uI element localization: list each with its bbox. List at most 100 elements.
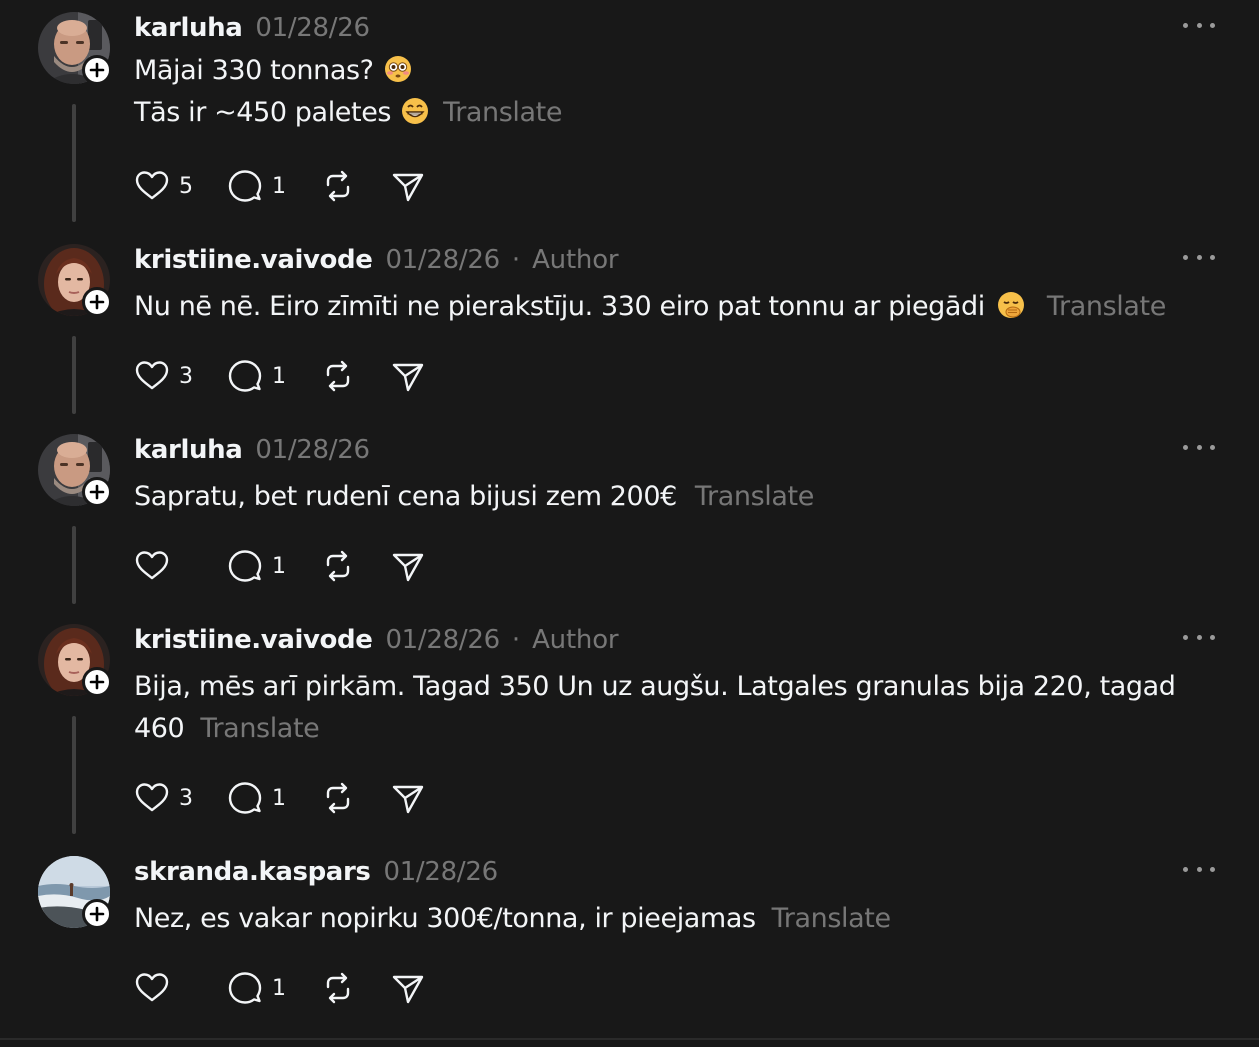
repost-arrows-icon (326, 360, 350, 392)
like-button[interactable] (134, 548, 193, 584)
header-separator: · (511, 245, 521, 275)
share-button[interactable] (390, 358, 426, 394)
post-text-segment: 460 (134, 713, 185, 744)
action-bar: 1 (134, 968, 460, 1008)
post-text-line: 460 Translate (134, 708, 1204, 750)
author-badge: Author (532, 625, 619, 655)
username[interactable]: skranda.kaspars (134, 857, 371, 887)
flushed-face-icon (384, 56, 411, 82)
more-dot (1196, 634, 1202, 640)
action-bar: 1 (134, 546, 460, 586)
more-dot (1210, 866, 1215, 872)
username[interactable]: kristiine.vaivode (134, 625, 373, 655)
follow-button[interactable] (82, 899, 112, 929)
follow-button[interactable] (82, 477, 112, 507)
reply-button[interactable]: 1 (227, 970, 286, 1006)
timestamp[interactable]: 01/28/26 (255, 435, 370, 465)
like-button[interactable] (134, 970, 193, 1006)
more-dot (1210, 254, 1215, 260)
repost-arrows-icon (326, 170, 350, 202)
avatar-container[interactable] (38, 856, 112, 929)
more-options-button[interactable] (1183, 626, 1215, 648)
reply-count: 1 (272, 363, 286, 389)
heart-icon (135, 973, 169, 1002)
like-count: 3 (179, 785, 193, 811)
plus-icon (89, 62, 105, 78)
share-button[interactable] (390, 168, 426, 204)
translate-link[interactable]: Translate (200, 713, 319, 744)
bottom-divider (0, 1038, 1259, 1040)
reply-button[interactable]: 1 (227, 780, 286, 816)
timestamp[interactable]: 01/28/26 (385, 625, 500, 655)
timestamp[interactable]: 01/28/26 (255, 13, 370, 43)
more-dots-icon (1183, 634, 1188, 640)
more-options-button[interactable] (1183, 246, 1215, 268)
post-text: Sapratu, bet rudenī cena bijusi zem 200€… (134, 476, 1204, 518)
comment-bubble-icon (228, 972, 262, 1004)
share-button[interactable] (390, 780, 426, 816)
paper-plane-share-icon (392, 785, 424, 814)
post-text: Nu nē nē. Eiro zīmīti ne pierakstīju. 33… (134, 286, 1204, 328)
more-options-button[interactable] (1183, 436, 1215, 458)
hand-over-mouth-face-icon (997, 292, 1024, 318)
comment-bubble-icon (228, 360, 262, 392)
repost-arrows-icon (326, 972, 350, 1004)
repost-button[interactable] (320, 168, 356, 204)
heart-icon (135, 551, 169, 580)
timestamp[interactable]: 01/28/26 (385, 245, 500, 275)
more-dot (1210, 22, 1215, 28)
more-dot (1210, 444, 1215, 450)
avatar-container[interactable] (38, 434, 112, 507)
like-button[interactable]: 3 (134, 358, 193, 394)
paper-plane-share-icon (392, 553, 424, 582)
username[interactable]: kristiine.vaivode (134, 245, 373, 275)
like-button[interactable]: 5 (134, 168, 193, 204)
post-text-line: Bija, mēs arī pirkām. Tagad 350 Un uz au… (134, 666, 1204, 708)
repost-button[interactable] (320, 970, 356, 1006)
repost-button[interactable] (320, 358, 356, 394)
more-dot (1196, 866, 1202, 872)
translate-link[interactable]: Translate (1047, 291, 1166, 322)
plus-icon (89, 906, 105, 922)
post-text-line: Tās ir ~450 paletes Translate (134, 92, 1204, 134)
post-text-segment: Tās ir ~450 paletes (134, 97, 392, 128)
post-text-line: Nez, es vakar nopirku 300€/tonna, ir pie… (134, 898, 1204, 940)
translate-link[interactable]: Translate (695, 481, 814, 512)
post-text: Mājai 330 tonnas? Tās ir ~450 paletes Tra… (134, 50, 1204, 134)
comment-bubble-icon (228, 170, 262, 202)
follow-button[interactable] (82, 55, 112, 85)
heart-icon (135, 361, 169, 390)
timestamp[interactable]: 01/28/26 (383, 857, 498, 887)
post-header: skranda.kaspars 01/28/26 (134, 854, 498, 890)
translate-link[interactable]: Translate (772, 903, 891, 934)
post-text-line: Nu nē nē. Eiro zīmīti ne pierakstīju. 33… (134, 286, 1204, 328)
follow-button[interactable] (82, 287, 112, 317)
plus-icon (89, 294, 105, 310)
avatar-container[interactable] (38, 12, 112, 85)
like-count: 3 (179, 363, 193, 389)
follow-button[interactable] (82, 667, 112, 697)
username[interactable]: karluha (134, 435, 243, 465)
more-options-button[interactable] (1183, 858, 1215, 880)
more-options-button[interactable] (1183, 14, 1215, 36)
repost-button[interactable] (320, 548, 356, 584)
like-button[interactable]: 3 (134, 780, 193, 816)
reply-count: 1 (272, 785, 286, 811)
paper-plane-share-icon (392, 363, 424, 392)
avatar-container[interactable] (38, 244, 112, 317)
repost-arrows-icon (326, 550, 350, 582)
reply-button[interactable]: 1 (227, 358, 286, 394)
reply-button[interactable]: 1 (227, 548, 286, 584)
reply-button[interactable]: 1 (227, 168, 286, 204)
post-header: karluha 01/28/26 (134, 432, 370, 468)
reply-count: 1 (272, 173, 286, 199)
translate-link[interactable]: Translate (443, 97, 562, 128)
share-button[interactable] (390, 970, 426, 1006)
thread-connector-line (72, 336, 76, 414)
share-button[interactable] (390, 548, 426, 584)
username[interactable]: karluha (134, 13, 243, 43)
repost-button[interactable] (320, 780, 356, 816)
comment-bubble-icon (228, 782, 262, 814)
avatar-container[interactable] (38, 624, 112, 697)
action-bar: 5 1 (134, 166, 460, 206)
